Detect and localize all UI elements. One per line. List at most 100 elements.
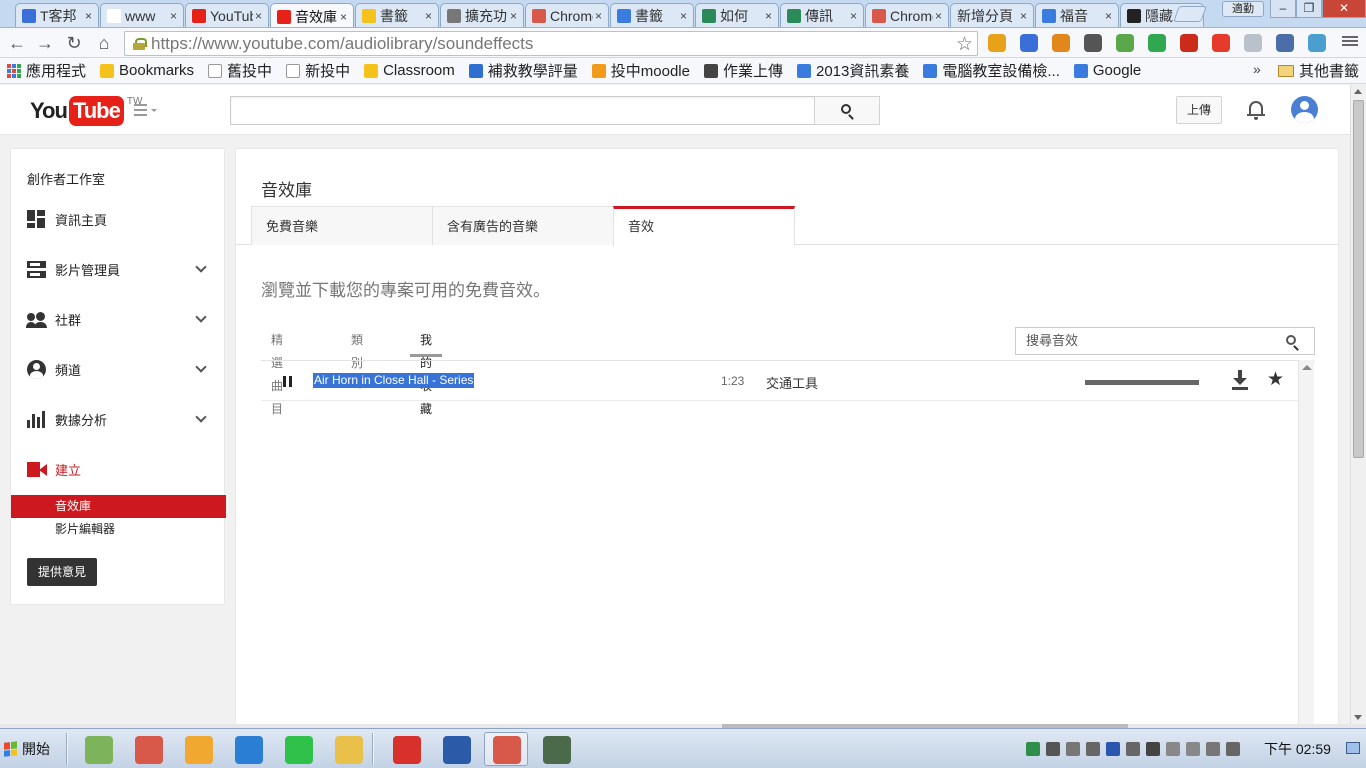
tab-close-icon[interactable]: × (425, 9, 432, 23)
new-tab-button[interactable] (1173, 6, 1207, 22)
tab-close-icon[interactable]: × (340, 10, 347, 24)
upload-button[interactable]: 上傳 (1176, 96, 1222, 124)
taskbar-explorer-app[interactable] (326, 732, 370, 766)
extension-icon[interactable] (1020, 34, 1038, 52)
sidebar-item-create[interactable]: 建立 (11, 454, 226, 484)
bookmarks-overflow-chevron[interactable]: » (1253, 61, 1261, 77)
subtab-category[interactable]: 類別 (351, 329, 364, 389)
scroll-up-icon[interactable] (1302, 365, 1312, 370)
bookmark-item[interactable]: 作業上傳 (703, 60, 783, 81)
tab-close-icon[interactable]: × (765, 9, 772, 23)
sidebar-item-video-manager[interactable]: 影片管理員 (11, 254, 226, 284)
browser-tab[interactable]: 擴充功能× (440, 3, 524, 27)
other-bookmarks[interactable]: 其他書籤 (1278, 60, 1359, 81)
browser-tab[interactable]: 新增分頁 × (950, 3, 1034, 27)
tray-icon[interactable] (1166, 742, 1180, 756)
extension-icon[interactable] (1276, 34, 1294, 52)
youtube-logo[interactable]: You Tube TW (30, 96, 142, 126)
bookmark-item[interactable]: 補救教學評量 (468, 60, 578, 81)
tray-icon[interactable] (1026, 742, 1040, 756)
tab-ad-supported-music[interactable]: 含有廣告的音樂 (432, 206, 614, 245)
bookmark-item[interactable]: 應用程式 (7, 60, 86, 81)
profile-button[interactable]: 適勤 (1222, 1, 1264, 17)
back-icon[interactable]: ← (6, 32, 28, 54)
taskbar-word-app[interactable] (434, 732, 478, 766)
chevron-down-icon[interactable] (195, 361, 207, 373)
chevron-down-icon[interactable] (195, 411, 207, 423)
extension-icon[interactable] (1052, 34, 1070, 52)
browser-tab[interactable]: 音效庫 × (270, 3, 354, 27)
bookmark-item[interactable]: 新投中 (286, 60, 350, 81)
tray-icon[interactable] (1126, 742, 1140, 756)
creator-studio-title[interactable]: 創作者工作室 (27, 169, 105, 188)
show-desktop-button[interactable] (1346, 742, 1360, 754)
url-text[interactable]: https://www.youtube.com/audiolibrary/sou… (151, 34, 533, 54)
favorite-star-icon[interactable]: ★ (1267, 368, 1284, 391)
sidebar-subitem-audio-library[interactable]: 音效庫 (11, 495, 226, 518)
window-close-button[interactable]: ✕ (1322, 0, 1366, 18)
subtab-favorites[interactable]: 我的收藏 (410, 329, 443, 416)
guide-menu-icon[interactable] (134, 104, 160, 118)
system-clock[interactable]: 下午 02:59 (1264, 739, 1331, 759)
tray-icon[interactable] (1206, 742, 1220, 756)
extension-icon[interactable] (1308, 34, 1326, 52)
tab-close-icon[interactable]: × (595, 9, 602, 23)
tray-icon[interactable] (1186, 742, 1200, 756)
browser-tab[interactable]: 書籤 × (610, 3, 694, 27)
scroll-up-icon[interactable] (1354, 89, 1362, 94)
bookmark-star-icon[interactable]: ☆ (956, 33, 973, 56)
home-icon[interactable]: ⌂ (93, 32, 115, 54)
tab-close-icon[interactable]: × (850, 9, 857, 23)
bookmark-item[interactable]: Bookmarks (100, 62, 194, 79)
taskbar-chrome-app[interactable] (126, 732, 170, 766)
list-scrollbar[interactable] (1298, 360, 1314, 727)
chevron-down-icon[interactable] (195, 311, 207, 323)
scroll-down-icon[interactable] (1354, 715, 1362, 720)
taskbar-teamviewer-app[interactable] (226, 732, 270, 766)
track-title[interactable]: Air Horn in Close Hall - Series (313, 373, 475, 388)
taskbar-xmind-app[interactable] (384, 732, 428, 766)
extension-icon[interactable] (1180, 34, 1198, 52)
page-scrollbar[interactable] (1350, 85, 1366, 724)
extension-icon[interactable] (988, 34, 1006, 52)
tab-sound-effects[interactable]: 音效 (613, 206, 795, 246)
browser-tab[interactable]: Chrome× (865, 3, 949, 27)
maximize-button[interactable]: ❐ (1296, 0, 1322, 18)
scrollbar-thumb[interactable] (1353, 100, 1364, 458)
browser-tab[interactable]: www × (100, 3, 184, 27)
browser-tab[interactable]: Chrome× (525, 3, 609, 27)
send-feedback-button[interactable]: 提供意見 (27, 558, 97, 586)
youtube-search-input[interactable] (230, 96, 815, 125)
sound-effects-search-input[interactable]: 搜尋音效 (1015, 327, 1315, 355)
tab-close-icon[interactable]: × (1105, 9, 1112, 23)
browser-tab[interactable]: YouTube× (185, 3, 269, 27)
tray-icon[interactable] (1046, 742, 1060, 756)
tab-close-icon[interactable]: × (935, 9, 942, 23)
chrome-menu-icon[interactable] (1342, 34, 1358, 50)
tab-close-icon[interactable]: × (510, 9, 517, 23)
extension-icon[interactable] (1212, 34, 1230, 52)
taskbar-chrome-app-active[interactable] (484, 732, 528, 766)
extension-icon[interactable] (1148, 34, 1166, 52)
playback-progress-bar[interactable] (1085, 380, 1199, 385)
sidebar-item-dashboard[interactable]: 資訊主頁 (11, 204, 226, 234)
tray-icon[interactable] (1086, 742, 1100, 756)
chevron-down-icon[interactable] (195, 261, 207, 273)
extension-icon[interactable] (1244, 34, 1262, 52)
bookmark-item[interactable]: 2013資訊素養 (797, 60, 909, 81)
extension-icon[interactable] (1084, 34, 1102, 52)
subtab-featured[interactable]: 精選曲目 (271, 329, 283, 416)
bookmark-item[interactable]: Classroom (364, 62, 455, 79)
tab-close-icon[interactable]: × (680, 9, 687, 23)
taskbar-monitor-app[interactable] (534, 732, 578, 766)
bookmark-item[interactable]: Google (1073, 62, 1141, 79)
tab-close-icon[interactable]: × (85, 9, 92, 23)
browser-tab[interactable]: 如何 × (695, 3, 779, 27)
tab-close-icon[interactable]: × (255, 9, 262, 23)
tray-icon[interactable] (1106, 742, 1120, 756)
forward-icon[interactable]: → (34, 32, 56, 54)
taskbar-line-app[interactable] (276, 732, 320, 766)
search-icon[interactable] (1286, 335, 1296, 345)
browser-tab[interactable]: 福音 × (1035, 3, 1119, 27)
pause-icon[interactable] (283, 376, 293, 387)
